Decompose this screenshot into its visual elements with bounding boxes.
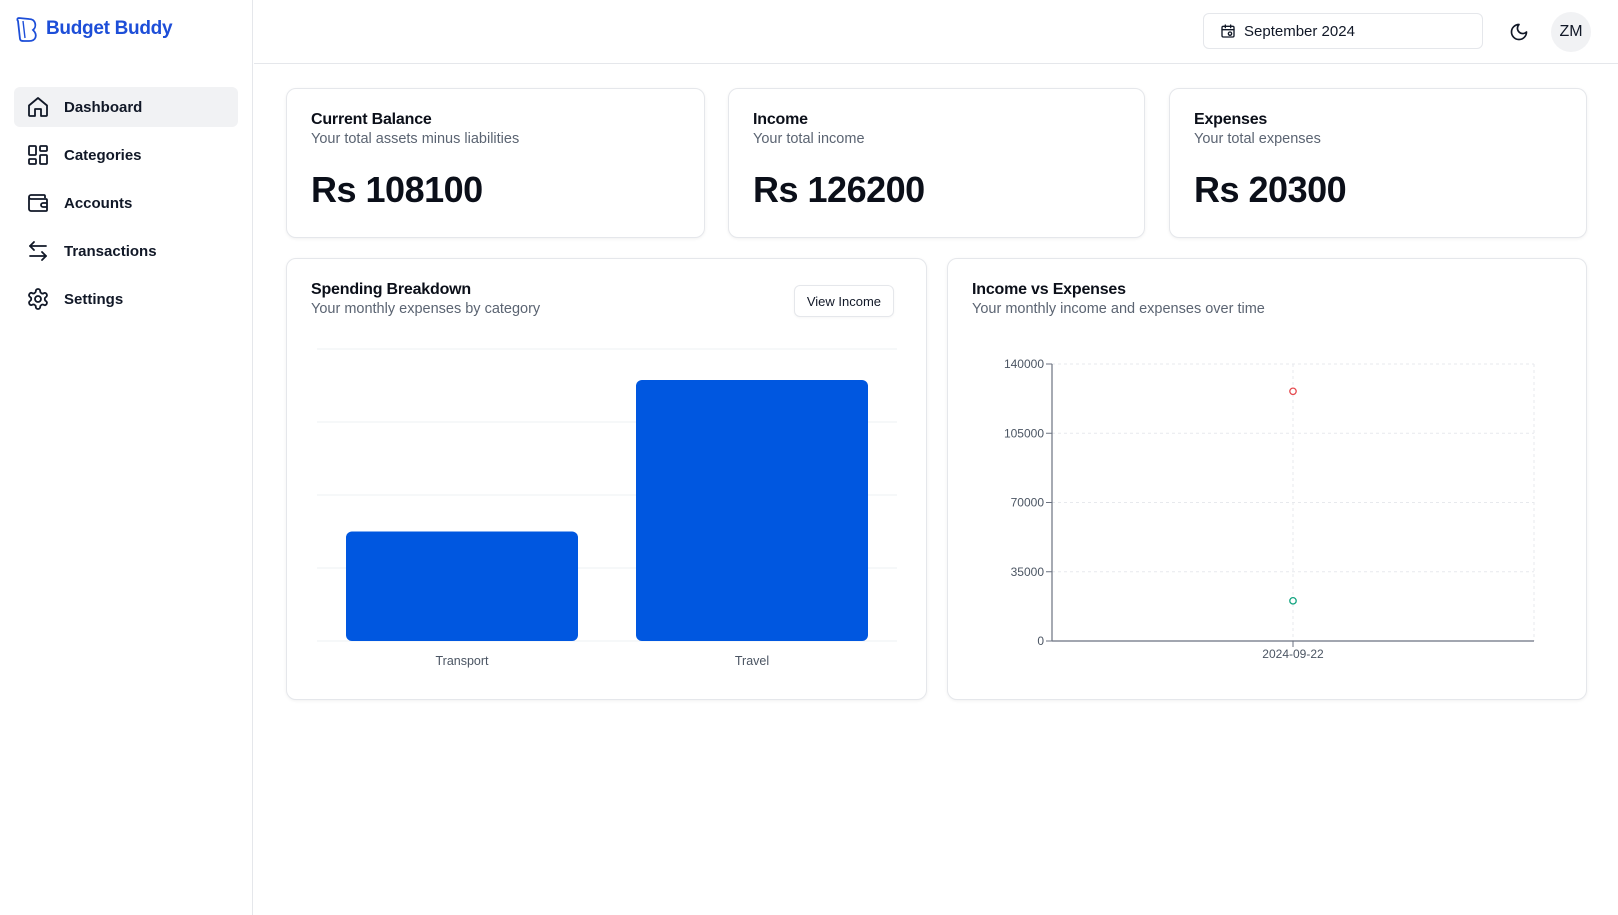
income-vs-expenses-card: Income vs Expenses Your monthly income a… [947, 258, 1587, 700]
theme-toggle-button[interactable] [1504, 17, 1534, 47]
y-tick-label: 140000 [1004, 357, 1044, 371]
top-header: September 2024 ZM [254, 0, 1618, 64]
sidebar-item-settings[interactable]: Settings [14, 279, 238, 319]
y-tick-label: 70000 [1011, 496, 1045, 510]
bar-transport [346, 531, 578, 641]
stat-subtitle: Your total assets minus liabilities [311, 131, 520, 147]
sidebar-item-categories[interactable]: Categories [14, 135, 238, 175]
month-picker-value: September 2024 [1244, 22, 1355, 40]
bar-travel [636, 380, 868, 641]
month-picker[interactable]: September 2024 [1203, 13, 1483, 49]
income-expenses-scatter-chart: 0 35000 70000 105000 140000 2024-09-22 [1004, 357, 1535, 661]
stat-subtitle: Your total income [753, 131, 865, 147]
stat-card-expenses: Expenses Your total expenses Rs 20300 [1169, 88, 1587, 238]
x-tick-label: Transport [435, 654, 489, 668]
arrows-left-right-icon [26, 239, 50, 263]
sidebar-item-label: Categories [64, 146, 142, 164]
stat-title: Expenses [1194, 111, 1268, 128]
sidebar-item-transactions[interactable]: Transactions [14, 231, 238, 271]
stat-card-income: Income Your total income Rs 126200 [728, 88, 1145, 238]
avatar[interactable]: ZM [1551, 12, 1591, 52]
stat-title: Current Balance [311, 111, 432, 128]
x-tick-label: 2024-09-22 [1262, 647, 1324, 661]
home-icon [26, 95, 50, 119]
wallet-icon [26, 191, 50, 215]
brand-name: Budget Buddy [46, 18, 173, 39]
calendar-icon [1221, 24, 1235, 38]
stat-title: Income [753, 111, 808, 128]
brand[interactable]: Budget Buddy [14, 15, 173, 43]
x-tick-label: Travel [735, 654, 769, 668]
sidebar-item-label: Transactions [64, 242, 157, 260]
y-tick-label: 35000 [1011, 565, 1045, 579]
sidebar-item-accounts[interactable]: Accounts [14, 183, 238, 223]
grid-icon [26, 143, 50, 167]
stat-value: Rs 126200 [753, 169, 925, 210]
y-tick-label: 0 [1037, 634, 1044, 648]
sidebar: Budget Buddy Dashboard Categories Accoun… [0, 0, 253, 915]
stat-card-balance: Current Balance Your total assets minus … [286, 88, 705, 238]
moon-icon [1510, 23, 1528, 41]
y-tick-label: 105000 [1004, 426, 1044, 440]
income-point [1289, 387, 1297, 396]
spending-breakdown-card: Spending Breakdown Your monthly expenses… [286, 258, 927, 700]
sidebar-item-label: Settings [64, 290, 124, 308]
stat-subtitle: Your total expenses [1194, 131, 1321, 147]
expense-point [1289, 596, 1297, 605]
gear-icon [26, 287, 50, 311]
sidebar-item-label: Dashboard [64, 98, 143, 116]
stat-value: Rs 108100 [311, 169, 483, 210]
spending-bar-chart: Transport Travel [317, 348, 897, 668]
stat-value: Rs 20300 [1194, 169, 1347, 210]
sidebar-nav: Dashboard Categories Accounts Transactio… [14, 87, 238, 327]
sidebar-item-label: Accounts [64, 194, 133, 212]
logo-icon [16, 17, 37, 42]
sidebar-item-dashboard[interactable]: Dashboard [14, 87, 238, 127]
